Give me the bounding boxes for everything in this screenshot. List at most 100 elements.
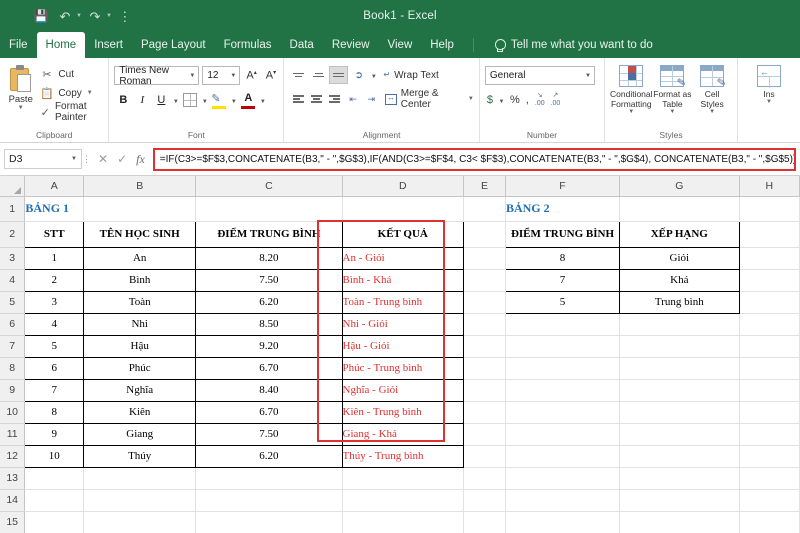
cell-a14[interactable] [24,489,85,512]
cell-a1[interactable]: BẢNG 1 [24,196,85,222]
row-header-10[interactable]: 10 [0,401,26,424]
decrease-decimal-button[interactable]: ↗ .00 [549,91,563,109]
cell-b9[interactable]: Nghĩa [83,379,197,402]
merge-and-center-button[interactable]: Merge & Center ▼ [381,88,474,110]
fill-color-caret-icon[interactable]: ▼ [229,91,238,109]
row-header-12[interactable]: 12 [0,445,26,468]
cell-h6[interactable] [739,313,800,336]
tab-view[interactable]: View [379,32,422,58]
row-header-14[interactable]: 14 [0,489,26,512]
increase-font-size-button[interactable]: A▴ [243,69,259,82]
cell-c12[interactable]: 6.20 [195,445,343,468]
borders-button[interactable] [181,91,199,109]
cell-g10[interactable] [619,401,740,424]
align-middle-button[interactable] [309,66,328,84]
cell-f8[interactable] [505,357,621,380]
bold-button[interactable]: B [114,91,132,109]
font-name-combobox[interactable]: Times New Roman ▼ [114,65,200,87]
cell-g8[interactable] [619,357,740,380]
row-header-4[interactable]: 4 [0,269,26,292]
cell-f2[interactable]: ĐIỂM TRUNG BÌNH [504,220,621,248]
cell-c8[interactable]: 6.70 [195,357,343,380]
cell-g13[interactable] [619,467,740,490]
copy-button[interactable]: 📋 Copy ▼ [40,85,103,101]
cell-a12[interactable]: 10 [24,445,85,468]
cell-g2[interactable]: XẾP HẠNG [619,220,740,248]
cell-d15[interactable] [342,511,465,533]
cell-a5[interactable]: 3 [24,291,85,314]
cell-d1[interactable] [342,196,465,222]
cell-e7[interactable] [463,335,506,358]
cell-c9[interactable]: 8.40 [195,379,343,402]
cell-e3[interactable] [463,247,506,270]
borders-caret-icon[interactable]: ▼ [200,91,209,109]
row-header-13[interactable]: 13 [0,467,26,490]
cell-c3[interactable]: 8.20 [195,247,343,270]
align-top-button[interactable] [289,66,308,84]
cell-g11[interactable] [619,423,740,446]
cell-g4[interactable]: Khá [619,269,740,292]
column-header-g[interactable]: G [619,176,740,197]
tab-insert[interactable]: Insert [85,32,132,58]
row-header-3[interactable]: 3 [0,247,26,270]
number-format-combobox[interactable]: General ▼ [484,66,595,85]
cell-h8[interactable] [739,357,800,380]
cell-h2[interactable] [739,221,800,248]
cell-g9[interactable] [619,379,740,402]
cell-a2[interactable]: STT [24,220,85,248]
cell-c4[interactable]: 7.50 [195,269,343,292]
row-header-1[interactable]: 1 [0,196,26,222]
row-header-9[interactable]: 9 [0,379,26,402]
cell-d14[interactable] [342,489,465,512]
cell-f14[interactable] [505,489,621,512]
cell-f4[interactable]: 7 [504,269,621,292]
tab-file[interactable]: File [0,32,37,58]
insert-cells-caret-icon[interactable]: ▼ [766,99,772,105]
cell-d9[interactable]: Nghĩa - Giỏi [342,379,465,402]
cell-c10[interactable]: 6.70 [195,401,343,424]
cell-f3[interactable]: 8 [504,247,621,270]
cell-a15[interactable] [24,511,85,533]
align-bottom-button[interactable] [329,66,349,84]
cell-g5[interactable]: Trung bình [619,291,740,314]
column-header-d[interactable]: D [342,176,465,197]
insert-cells-button[interactable]: ← Ins ▼ [743,64,795,105]
cell-c2[interactable]: ĐIỂM TRUNG BÌNH [195,220,343,248]
cell-a9[interactable]: 7 [24,379,85,402]
decrease-font-size-button[interactable]: A▾ [263,69,279,82]
cell-g6[interactable] [619,313,740,336]
cell-b3[interactable]: An [83,247,197,270]
cell-g15[interactable] [619,511,740,533]
percent-button[interactable]: % [508,91,522,109]
fill-color-button[interactable]: ✎ [210,91,228,109]
column-header-b[interactable]: B [83,176,197,197]
cell-f1[interactable]: BẢNG 2 [505,196,621,222]
align-center-button[interactable] [308,90,325,108]
merge-caret-icon[interactable]: ▼ [468,96,474,102]
cell-d12[interactable]: Thúy - Trung bình [342,445,465,468]
cell-g14[interactable] [619,489,740,512]
cell-g3[interactable]: Giỏi [619,247,740,270]
cell-h5[interactable] [739,291,800,314]
cell-e1[interactable] [463,196,506,222]
cell-e13[interactable] [463,467,506,490]
cell-f15[interactable] [505,511,621,533]
cell-b11[interactable]: Giang [83,423,197,446]
cell-h10[interactable] [739,401,800,424]
conditional-formatting-button[interactable]: Conditional Formatting ▼ [610,64,653,115]
cell-a3[interactable]: 1 [24,247,85,270]
format-painter-button[interactable]: ✓ Format Painter [40,101,103,123]
cell-g1[interactable] [619,196,740,222]
row-header-7[interactable]: 7 [0,335,26,358]
format-as-table-caret-icon[interactable]: ▼ [669,109,675,115]
tab-formulas[interactable]: Formulas [215,32,281,58]
cell-h12[interactable] [739,445,800,468]
copy-caret-icon[interactable]: ▼ [87,90,93,96]
tab-data[interactable]: Data [281,32,323,58]
row-header-11[interactable]: 11 [0,423,26,446]
tab-home[interactable]: Home [36,32,86,58]
cell-b6[interactable]: Nhi [83,313,197,336]
cell-a4[interactable]: 2 [24,269,85,292]
cell-b7[interactable]: Hậu [83,335,197,358]
tab-page-layout[interactable]: Page Layout [132,32,215,58]
